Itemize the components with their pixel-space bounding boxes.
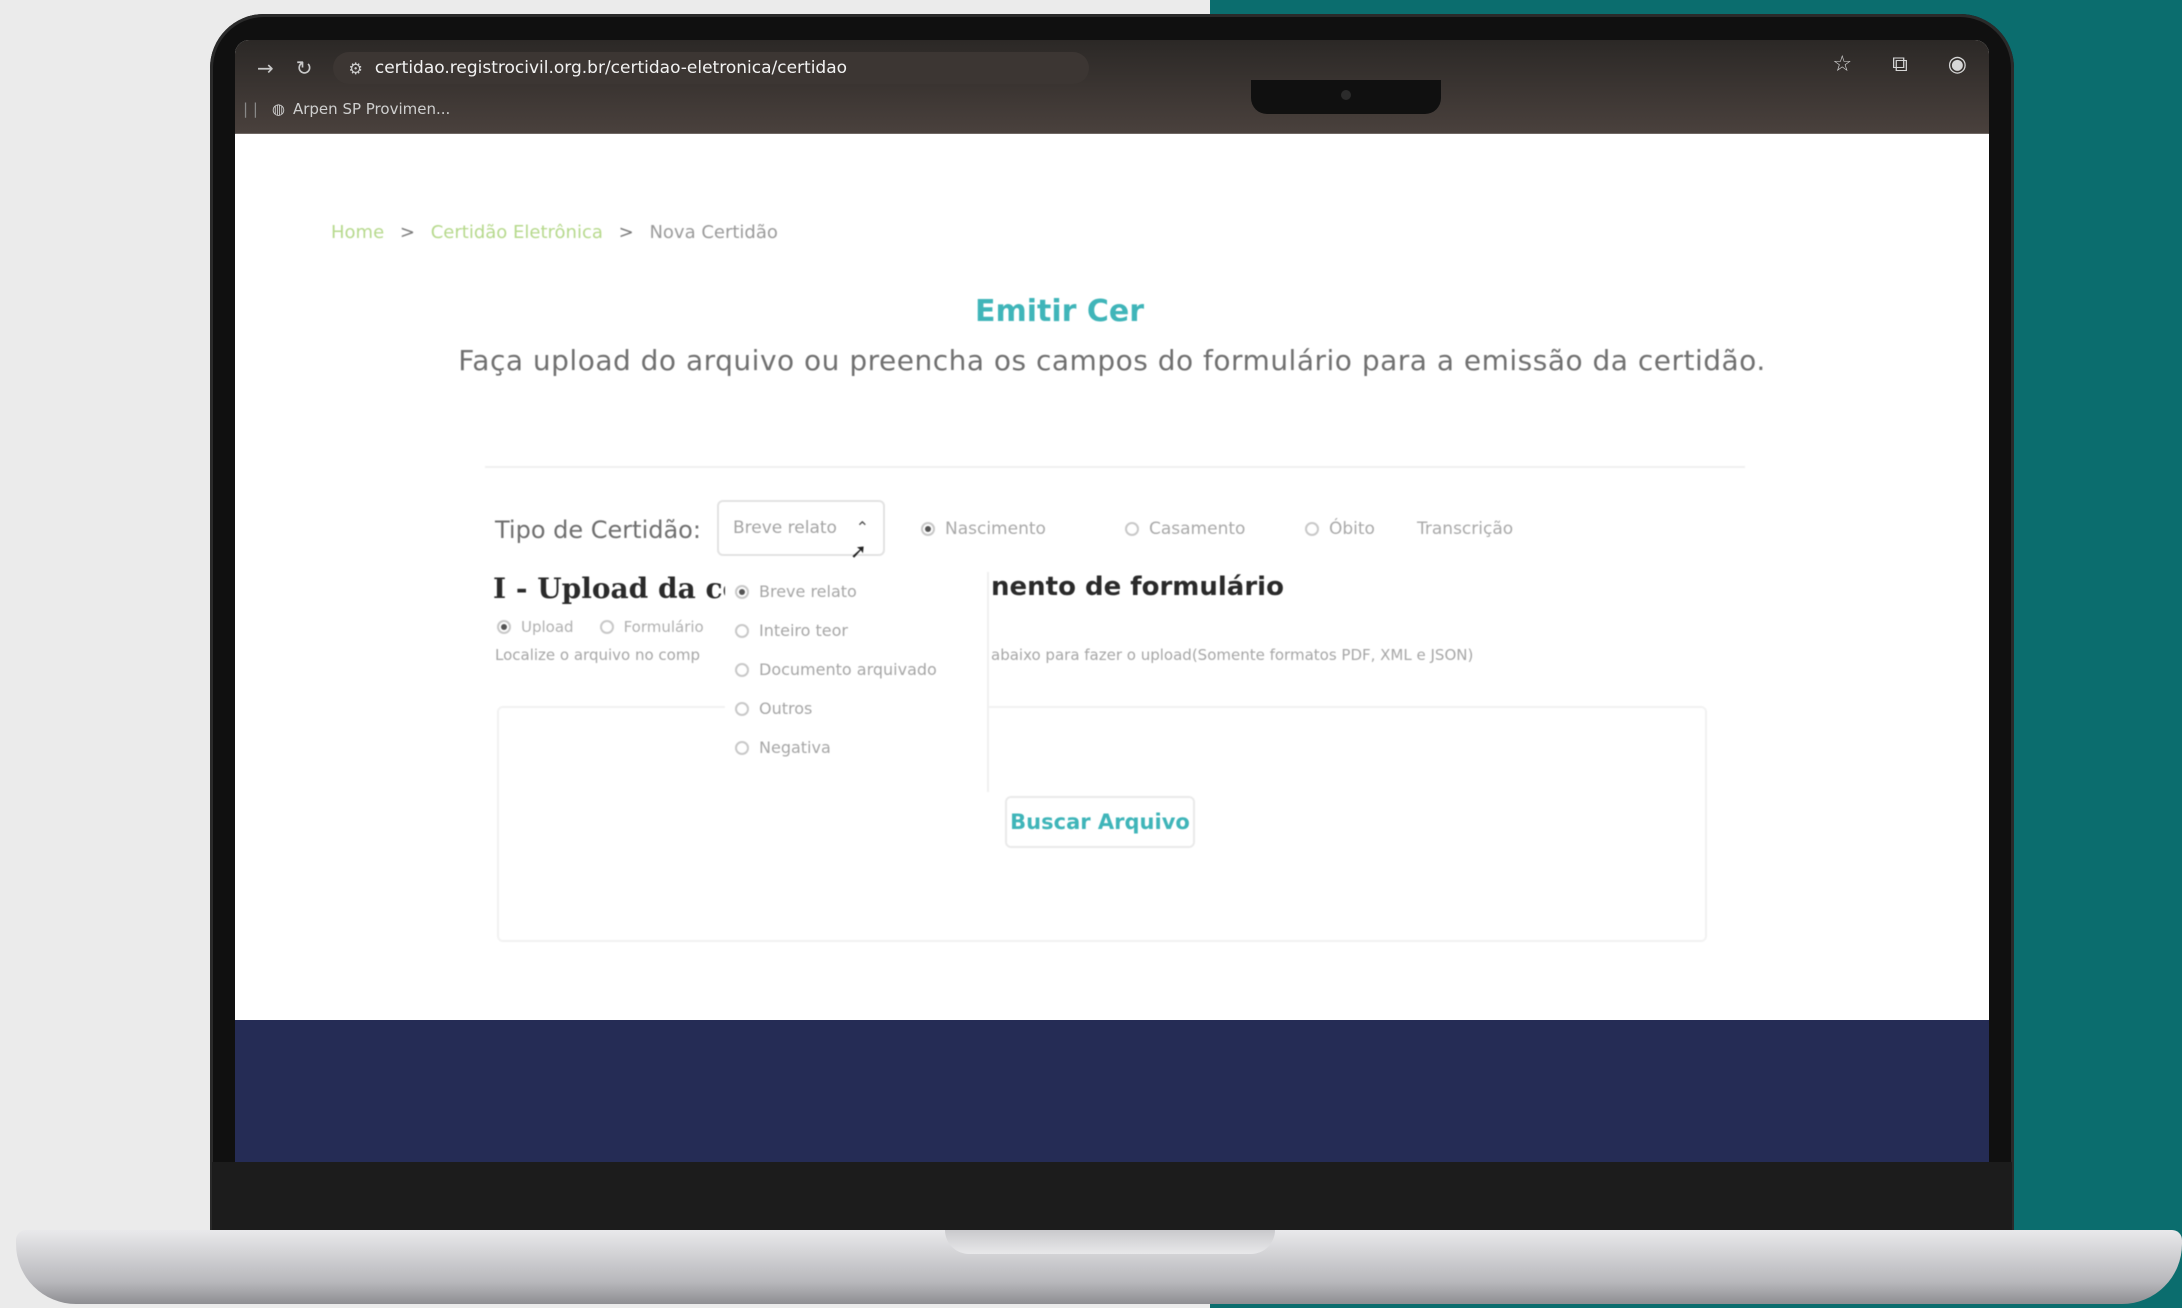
section-title-formulario: nento de formulário: [991, 572, 1284, 602]
profile-icon[interactable]: ◉: [1948, 52, 1967, 77]
radio-obito[interactable]: Óbito: [1305, 519, 1375, 539]
breadcrumb-current: Nova Certidão: [649, 222, 778, 243]
bookmark-item[interactable]: Arpen SP Provimen...: [293, 100, 450, 118]
subtype-dropdown-menu: Breve relato Inteiro teor Documento arqu…: [725, 572, 989, 792]
browser-toolbar: → ↻ ⚙ certidao.registrocivil.org.br/cert…: [235, 40, 1989, 134]
radio-indicator: [735, 701, 749, 716]
dropdown-option-label: Breve relato: [759, 582, 857, 601]
breadcrumb-home[interactable]: Home: [331, 222, 384, 243]
radio-upload[interactable]: Upload: [497, 618, 574, 636]
dropdown-option-label: Negativa: [759, 738, 831, 757]
dropdown-option-outros[interactable]: Outros: [735, 699, 812, 718]
radio-casamento[interactable]: Casamento: [1125, 519, 1245, 539]
web-page: Home > Certidão Eletrônica > Nova Certid…: [235, 134, 1989, 1020]
form-divider: [485, 466, 1745, 468]
radio-label: Formulário: [623, 618, 704, 636]
camera-icon: [1341, 90, 1351, 100]
site-settings-icon[interactable]: ⚙: [349, 59, 363, 78]
upload-mode-options: Upload Formulário: [497, 618, 704, 636]
globe-icon: ◍: [271, 100, 285, 118]
radio-indicator: [1125, 522, 1139, 536]
site-footer: [235, 1020, 1989, 1162]
radio-indicator: [497, 620, 511, 634]
laptop-screen: → ↻ ⚙ certidao.registrocivil.org.br/cert…: [235, 40, 1989, 1162]
forward-icon[interactable]: →: [257, 56, 274, 80]
reload-icon[interactable]: ↻: [296, 56, 313, 80]
browser-actions: ☆ ⧉ ◉: [1832, 52, 1967, 77]
section-title-upload: I - Upload da ce: [493, 572, 741, 605]
certidao-type-label: Tipo de Certidão:: [495, 516, 701, 544]
url-text: certidao.registrocivil.org.br/certidao-e…: [374, 58, 848, 78]
breadcrumb-separator: >: [399, 222, 415, 243]
radio-label: Óbito: [1329, 519, 1375, 539]
radio-label: Nascimento: [945, 519, 1046, 539]
address-row: → ↻ ⚙ certidao.registrocivil.org.br/cert…: [235, 48, 1989, 88]
dropdown-option-breve-relato[interactable]: Breve relato: [735, 582, 857, 601]
radio-indicator: [921, 522, 935, 536]
upload-hint-start: Localize o arquivo no comp: [495, 646, 700, 664]
dropdown-option-inteiro-teor[interactable]: Inteiro teor: [735, 621, 848, 640]
extensions-icon[interactable]: ⧉: [1892, 52, 1908, 77]
radio-indicator: [735, 740, 749, 755]
radio-nascimento[interactable]: Nascimento: [921, 519, 1046, 539]
radio-label: Upload: [521, 618, 574, 636]
page-title: Emitir Cer: [975, 294, 1145, 329]
radio-indicator: [735, 662, 749, 677]
buscar-arquivo-button[interactable]: Buscar Arquivo: [1005, 796, 1195, 848]
mouse-cursor-icon: ➚: [850, 539, 867, 563]
radio-transcricao[interactable]: Transcrição: [1417, 519, 1513, 539]
bookmarks-divider: | |: [243, 100, 258, 118]
breadcrumb: Home > Certidão Eletrônica > Nova Certid…: [331, 222, 778, 243]
laptop-lower-bezel: [212, 1162, 2012, 1232]
radio-indicator: [599, 620, 614, 634]
camera-notch: [1251, 80, 1441, 114]
radio-label: Transcrição: [1417, 519, 1514, 539]
radio-indicator: [1305, 522, 1319, 536]
breadcrumb-separator: >: [618, 222, 634, 243]
dropdown-option-negativa[interactable]: Negativa: [735, 738, 831, 757]
laptop-opening-notch: [945, 1230, 1275, 1254]
breadcrumb-certidao-eletronica[interactable]: Certidão Eletrônica: [431, 222, 603, 243]
dropdown-option-label: Outros: [759, 699, 813, 718]
radio-indicator: [735, 584, 749, 599]
select-value: Breve relato: [733, 518, 837, 538]
stage: → ↻ ⚙ certidao.registrocivil.org.br/cert…: [0, 0, 2182, 1308]
dropdown-option-documento-arquivado[interactable]: Documento arquivado: [735, 660, 937, 679]
radio-formulario[interactable]: Formulário: [599, 618, 704, 636]
bookmark-star-icon[interactable]: ☆: [1832, 52, 1852, 77]
dropdown-option-label: Documento arquivado: [759, 660, 937, 679]
upload-hint-end: abaixo para fazer o upload(Somente forma…: [991, 646, 1474, 664]
chevron-up-icon: ⌃: [855, 518, 869, 537]
dropdown-option-label: Inteiro teor: [759, 621, 849, 640]
radio-label: Casamento: [1149, 519, 1246, 539]
address-bar[interactable]: ⚙ certidao.registrocivil.org.br/certidao…: [332, 52, 1089, 84]
bookmarks-bar: | | ◍ Arpen SP Provimen...: [235, 94, 450, 124]
radio-indicator: [735, 623, 749, 638]
page-subtitle: Faça upload do arquivo ou preencha os ca…: [458, 344, 1766, 377]
